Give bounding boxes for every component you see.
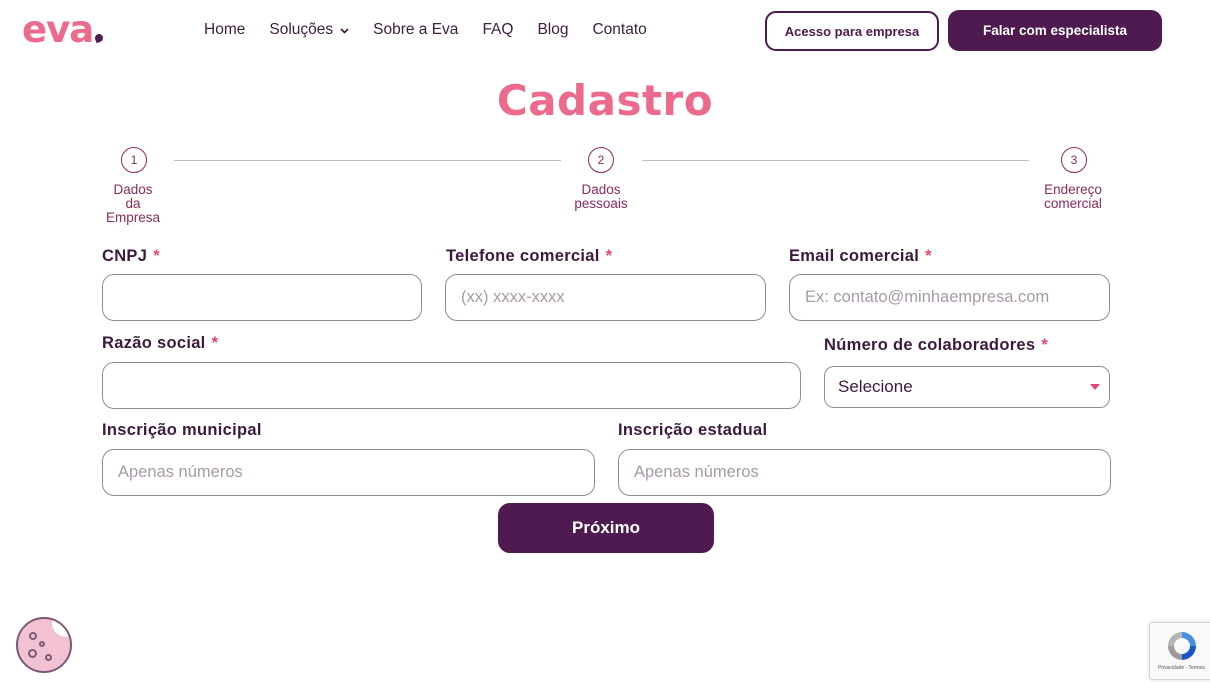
nav-home[interactable]: Home [204, 19, 245, 41]
nav-sobre-label: Sobre a Eva [373, 21, 459, 38]
chevron-down-icon [340, 27, 349, 34]
phone-input[interactable] [445, 274, 766, 321]
cnpj-label: CNPJ * [102, 247, 160, 266]
nav-faq[interactable]: FAQ [482, 19, 513, 41]
employees-select[interactable]: Selecione [824, 366, 1110, 408]
cookie-chip [39, 641, 45, 647]
required-mark: * [605, 247, 613, 265]
cnpj-input[interactable] [102, 274, 422, 321]
required-mark: * [153, 247, 160, 265]
cookie-chip [29, 632, 37, 640]
step-2-label-line: Dados [581, 182, 621, 197]
municipal-reg-label: Inscrição municipal [102, 421, 262, 440]
nav-solucoes[interactable]: Soluções [269, 19, 349, 41]
eva-logo[interactable]: eva [22, 8, 105, 51]
recaptcha-badge[interactable]: Privacidade - Termos [1149, 622, 1210, 680]
step-1-label-line: Dados [113, 182, 153, 197]
step-3-label-line: comercial [1044, 196, 1102, 211]
email-label-text: Email comercial [789, 247, 920, 265]
email-input[interactable] [789, 274, 1110, 321]
state-reg-label-text: Inscrição estadual [618, 421, 768, 439]
step-1-label: Dados da Empresa [88, 183, 178, 225]
caret-down-icon [1090, 384, 1100, 390]
nav-solucoes-label: Soluções [269, 21, 334, 38]
nav-sobre[interactable]: Sobre a Eva [373, 19, 458, 41]
cookie-chip [45, 654, 52, 661]
employees-label: Número de colaboradores * [824, 336, 1048, 355]
phone-label: Telefone comercial * [446, 247, 612, 266]
step-1-label-line: Empresa [105, 210, 161, 225]
nav-blog[interactable]: Blog [537, 19, 568, 41]
nav-blog-label: Blog [537, 21, 569, 38]
nav-contato-label: Contato [592, 21, 647, 38]
cookie-bite [52, 619, 70, 637]
recaptcha-footer[interactable]: Privacidade - Termos [1158, 665, 1205, 671]
required-mark: * [211, 334, 219, 352]
municipal-reg-input[interactable] [102, 449, 595, 496]
employees-label-text: Número de colaboradores [824, 336, 1036, 354]
state-reg-label: Inscrição estadual [618, 421, 767, 440]
nav-faq-label: FAQ [482, 21, 514, 38]
step-connector [174, 160, 561, 161]
step-3-indicator: 3 [1061, 147, 1087, 173]
municipal-reg-label-text: Inscrição municipal [102, 421, 262, 439]
nav-home-label: Home [204, 21, 246, 38]
step-1-label-line: da [125, 196, 141, 211]
required-mark: * [1041, 336, 1049, 354]
company-access-button[interactable]: Acesso para empresa [765, 11, 939, 51]
logo-text: eva [22, 8, 94, 51]
nav-contato[interactable]: Contato [592, 19, 646, 41]
required-mark: * [925, 247, 932, 265]
cookie-settings-button[interactable] [16, 617, 72, 673]
cookie-chip [28, 649, 37, 658]
recaptcha-icon [1168, 632, 1196, 660]
company-name-label: Razão social * [102, 334, 218, 353]
cnpj-label-text: CNPJ [102, 247, 148, 265]
step-connector [642, 160, 1029, 161]
step-3-label-line: Endereço [1044, 182, 1102, 197]
step-1-indicator: 1 [121, 147, 147, 173]
step-3-label: Endereço comercial [1028, 183, 1118, 211]
logo-leaf-icon [94, 32, 105, 44]
company-name-input[interactable] [102, 362, 801, 409]
employees-select-value: Selecione [838, 377, 913, 396]
step-2-label: Dados pessoais [556, 183, 646, 211]
step-2-indicator: 2 [588, 147, 614, 173]
phone-label-text: Telefone comercial [446, 247, 600, 265]
company-name-label-text: Razão social [102, 334, 206, 352]
step-2-label-line: pessoais [574, 196, 628, 211]
page-title: Cadastro [496, 76, 714, 125]
main-nav: Home Soluções Sobre a Eva FAQ Blog Conta… [204, 19, 647, 41]
next-button[interactable]: Próximo [498, 503, 714, 553]
state-reg-input[interactable] [618, 449, 1111, 496]
email-label: Email comercial * [789, 247, 932, 266]
talk-to-specialist-button[interactable]: Falar com especialista [948, 10, 1162, 51]
